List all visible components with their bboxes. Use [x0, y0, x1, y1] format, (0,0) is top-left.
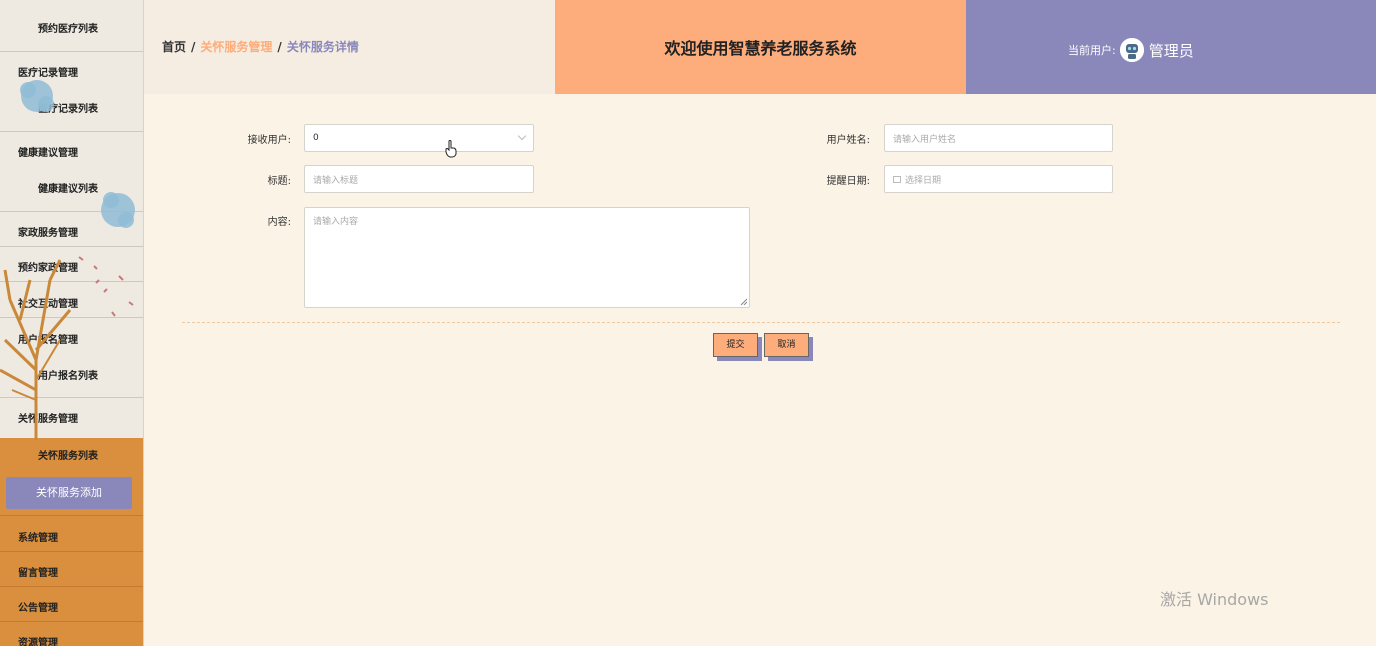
sidebar-item-care-service-manage[interactable]: 关怀服务管理 — [0, 397, 143, 438]
breadcrumb: 首页 / 关怀服务管理 / 关怀服务详情 — [162, 38, 359, 55]
current-user: 当前用户: 管理员 — [1068, 38, 1194, 62]
content-label: 内容: — [267, 217, 291, 228]
sidebar-item-medical-record-list[interactable]: 医疗记录列表 — [0, 100, 143, 120]
form-divider — [182, 322, 1340, 323]
receiver-label: 接收用户: — [247, 135, 291, 146]
receiver-select[interactable]: 0 — [304, 124, 534, 152]
breadcrumb-separator: / — [191, 40, 196, 54]
current-user-label: 当前用户: — [1068, 44, 1116, 57]
breadcrumb-care-detail: 关怀服务详情 — [286, 40, 359, 54]
sidebar-item-care-service-list[interactable]: 关怀服务列表 — [0, 447, 143, 467]
sidebar-item-appointment-medical-list[interactable]: 预约医疗列表 — [0, 20, 143, 40]
sidebar-item-housekeeping-manage[interactable]: 家政服务管理 — [0, 211, 143, 246]
title-field[interactable]: 请输入标题 — [304, 165, 534, 193]
sidebar-item-resource-manage[interactable]: 资源管理 — [0, 621, 143, 646]
breadcrumb-home[interactable]: 首页 — [162, 40, 186, 54]
current-user-name[interactable]: 管理员 — [1149, 40, 1194, 61]
leaves-decoration — [78, 256, 134, 317]
sidebar-item-medical-record-manage[interactable]: 医疗记录管理 — [0, 51, 143, 91]
avatar[interactable] — [1119, 38, 1144, 62]
sidebar-item-notice-manage[interactable]: 公告管理 — [0, 586, 143, 621]
username-placeholder: 请输入用户姓名 — [893, 134, 957, 145]
username-label: 用户姓名: — [826, 135, 870, 146]
windows-activation-watermark: 激活 Windows — [1160, 590, 1269, 609]
calendar-icon — [893, 175, 901, 183]
robot-avatar-icon — [1119, 38, 1144, 62]
content-textarea[interactable]: 请输入内容 — [304, 207, 750, 308]
remind-date-picker[interactable]: 选择日期 — [884, 165, 1113, 193]
chevron-down-icon — [517, 131, 527, 141]
page-title: 欢迎使用智慧养老服务系统 — [664, 39, 857, 58]
content-placeholder: 请输入内容 — [313, 217, 359, 227]
sidebar: 预约医疗列表 医疗记录管理 医疗记录列表 健康建议管理 健康建议列表 家政服务管… — [0, 0, 144, 646]
hand-cursor-icon — [445, 140, 457, 158]
sidebar-item-message-manage[interactable]: 留言管理 — [0, 551, 143, 586]
submit-button[interactable]: 提交 — [713, 333, 758, 357]
sidebar-item-user-signup-manage[interactable]: 用户报名管理 — [0, 317, 143, 353]
remind-date-placeholder: 选择日期 — [905, 175, 942, 186]
sidebar-item-health-advice-manage[interactable]: 健康建议管理 — [0, 131, 143, 171]
cancel-button[interactable]: 取消 — [764, 333, 809, 357]
sidebar-item-care-service-add[interactable]: 关怀服务添加 — [6, 477, 132, 509]
title-label: 标题: — [267, 176, 291, 187]
username-field[interactable]: 请输入用户姓名 — [884, 124, 1113, 152]
resize-handle-icon[interactable] — [740, 298, 747, 305]
breadcrumb-separator: / — [277, 40, 282, 54]
breadcrumb-care-manage[interactable]: 关怀服务管理 — [200, 40, 272, 54]
sidebar-item-user-signup-list[interactable]: 用户报名列表 — [0, 367, 143, 387]
sidebar-item-system-manage[interactable]: 系统管理 — [0, 515, 143, 551]
receiver-value: 0 — [313, 133, 319, 143]
title-placeholder: 请输入标题 — [313, 175, 359, 186]
remind-date-label: 提醒日期: — [826, 176, 870, 187]
sidebar-item-health-advice-list[interactable]: 健康建议列表 — [0, 180, 143, 200]
